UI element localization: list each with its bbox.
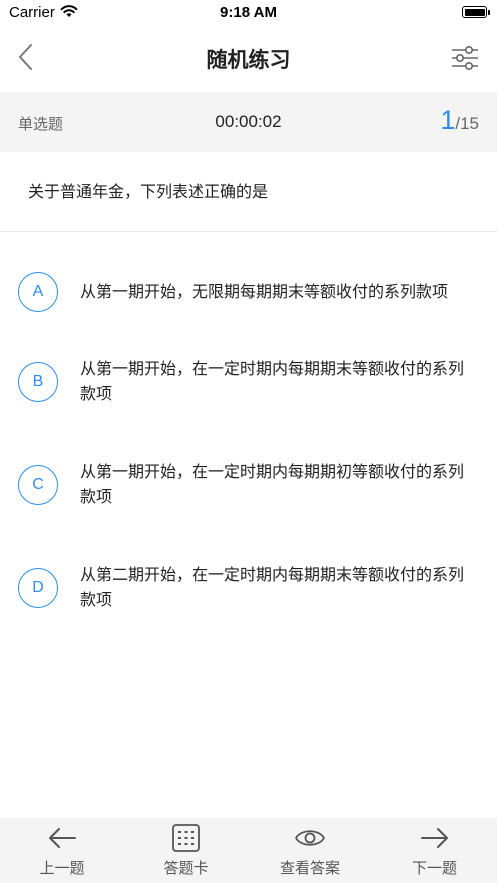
prev-question-label: 上一题 xyxy=(39,859,85,877)
answer-card-label: 答题卡 xyxy=(163,859,209,877)
current-question-number: 1 xyxy=(440,105,456,135)
option-text: 从第一期开始，在一定时期内每期期末等额收付的系列款项 xyxy=(80,359,465,403)
page-title: 随机练习 xyxy=(206,48,291,72)
option-letter: D xyxy=(18,568,58,608)
filter-settings-button[interactable] xyxy=(448,42,482,74)
nav-bar: 随机练习 xyxy=(0,26,497,91)
status-bar: Carrier 9:18 AM xyxy=(0,0,497,26)
option-c[interactable]: C 从第一期开始，在一定时期内每期期初等额收付的系列款项 xyxy=(0,459,497,513)
bottom-toolbar: 上一题 答题卡 查看答案 下一题 xyxy=(0,818,497,883)
option-b[interactable]: B 从第一期开始，在一定时期内每期期末等额收付的系列款项 xyxy=(0,356,497,410)
answer-card-button[interactable]: 答题卡 xyxy=(124,818,248,883)
option-text: 从第一期开始，无限期每期期末等额收付的系列款项 xyxy=(80,282,449,301)
option-d[interactable]: D 从第二期开始，在一定时期内每期期末等额收付的系列款项 xyxy=(0,562,497,616)
answer-card-icon xyxy=(172,824,200,852)
question-stem: 关于普通年金，下列表述正确的是 xyxy=(28,182,269,201)
arrow-left-icon xyxy=(49,828,76,848)
question-progress: 1/15 xyxy=(440,105,479,136)
next-question-label: 下一题 xyxy=(411,859,457,877)
battery-tip xyxy=(488,9,490,15)
divider xyxy=(0,231,497,232)
eye-icon xyxy=(295,830,325,846)
next-question-button[interactable]: 下一题 xyxy=(372,818,497,883)
total-questions: /15 xyxy=(455,114,479,133)
prev-question-button[interactable]: 上一题 xyxy=(0,818,124,883)
question-info-bar: 单选题 00:00:02 1/15 xyxy=(0,92,497,152)
battery-icon xyxy=(462,6,487,18)
clock: 9:18 AM xyxy=(220,4,277,21)
option-letter: A xyxy=(18,272,58,312)
sliders-icon xyxy=(452,46,478,70)
option-letter: C xyxy=(18,465,58,505)
option-a[interactable]: A 从第一期开始，无限期每期期末等额收付的系列款项 xyxy=(0,270,497,314)
option-text: 从第二期开始，在一定时期内每期期末等额收付的系列款项 xyxy=(80,565,465,609)
arrow-right-icon xyxy=(420,828,448,848)
elapsed-timer: 00:00:02 xyxy=(215,112,282,131)
option-letter: B xyxy=(18,362,58,402)
view-answer-label: 查看答案 xyxy=(279,859,340,877)
view-answer-button[interactable]: 查看答案 xyxy=(248,818,372,883)
option-text: 从第一期开始，在一定时期内每期期初等额收付的系列款项 xyxy=(80,462,465,506)
